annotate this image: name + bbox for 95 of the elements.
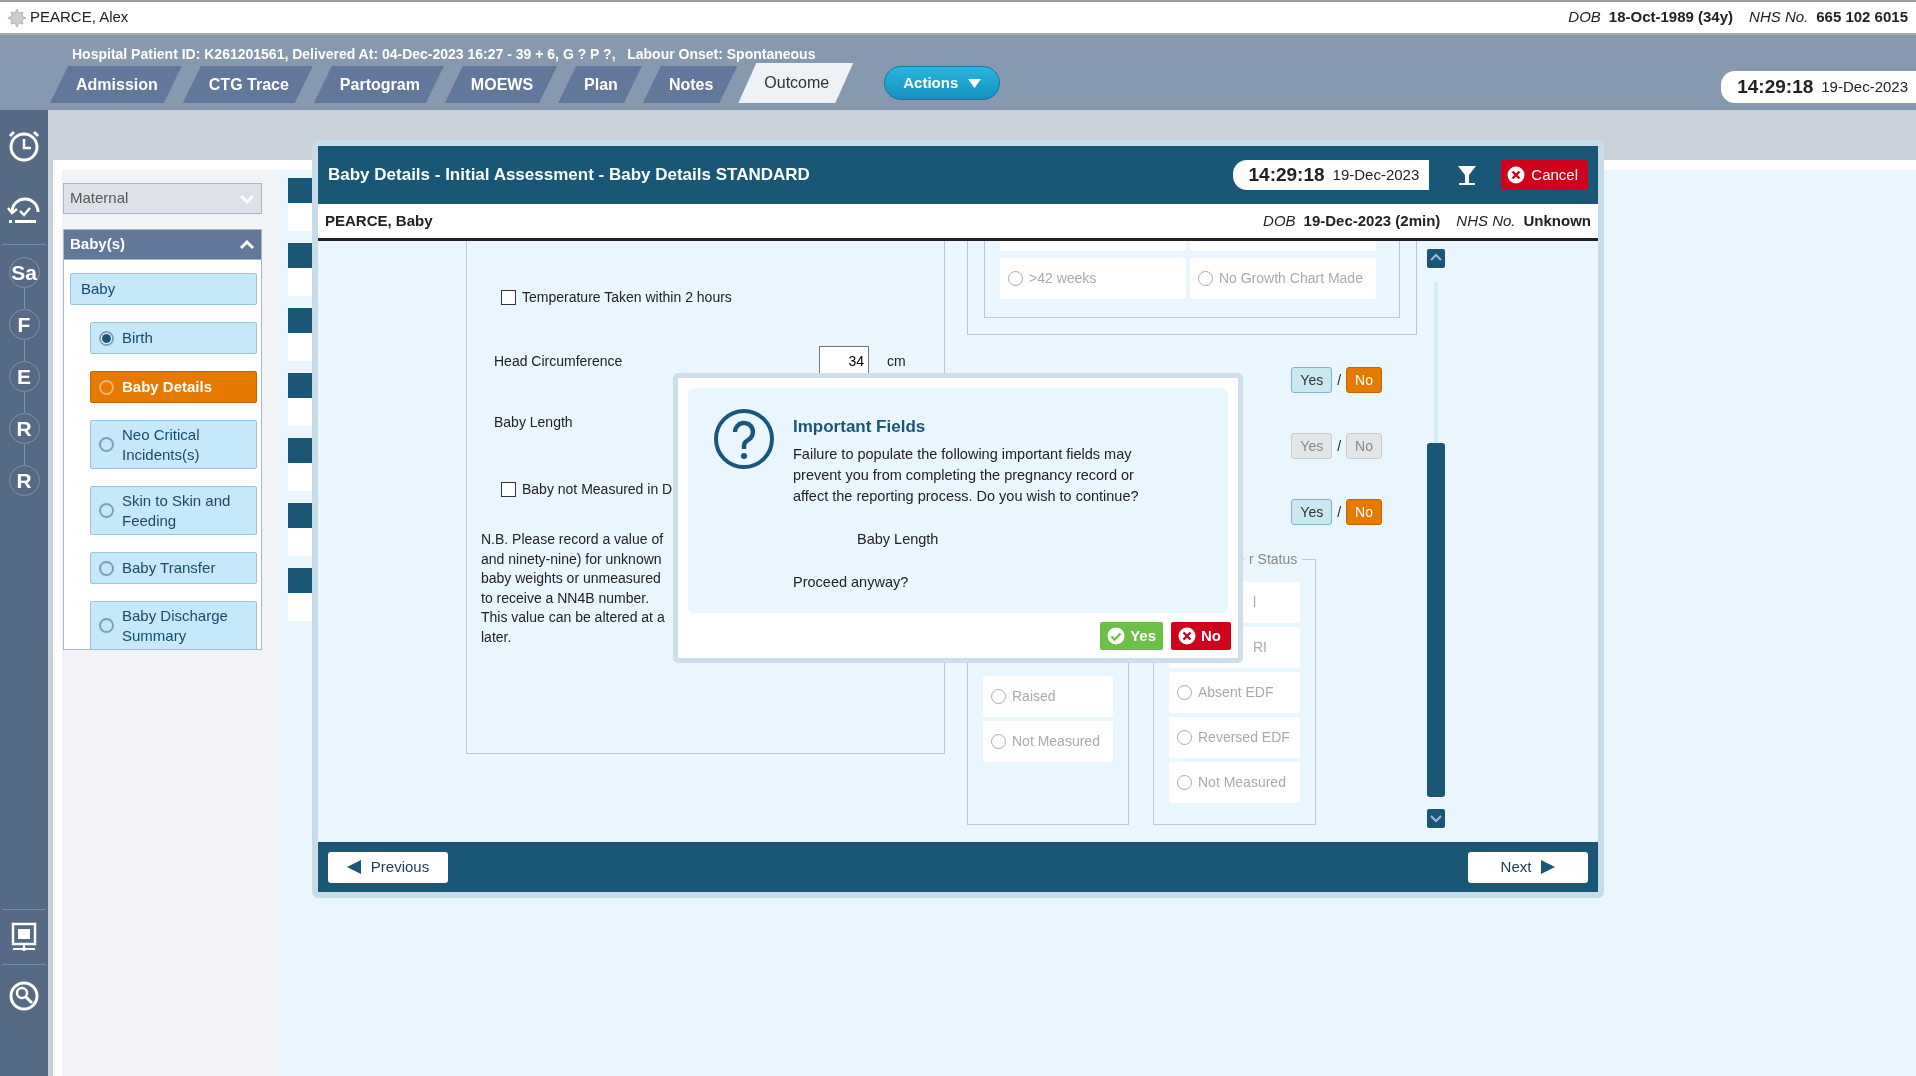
tab[interactable]: Partogram	[313, 66, 444, 103]
radio-option[interactable]: Reversed EDF	[1169, 717, 1300, 758]
section-header[interactable]: Baby(s)	[63, 229, 262, 260]
tab[interactable]: MOEWS	[444, 66, 558, 103]
question-icon	[713, 408, 775, 470]
panel-strip	[288, 503, 312, 556]
panel-strip	[288, 308, 312, 361]
wizard-title: Baby Details - Initial Assessment - Baby Details STANDARD	[328, 164, 811, 187]
tab[interactable]: Notes	[642, 66, 738, 103]
nhs-value: Unknown	[1523, 210, 1591, 231]
toggle-option[interactable]: No	[1346, 499, 1382, 525]
separator-text: /	[1337, 502, 1342, 522]
nav-item[interactable]: Baby Transfer	[90, 552, 257, 584]
clock-date: 19-Dec-2023	[1821, 76, 1908, 97]
note-text: N.B. Please record a value of and ninety-nine) for unknown baby weights or unmeasured to receive a NN4B number. This value can be altered at a later.	[481, 530, 666, 647]
separator-text: /	[1337, 436, 1342, 456]
field-name: Baby Length	[857, 529, 939, 549]
yes-button[interactable]: Yes	[1100, 622, 1163, 650]
section-header[interactable]: Maternal	[63, 183, 262, 214]
unit-label: cm	[887, 351, 906, 371]
forward-icon	[1541, 860, 1556, 874]
step-marker[interactable]: E	[8, 361, 40, 392]
tab[interactable]: CTG Trace	[182, 66, 313, 103]
radio-option[interactable]: Not Measured	[1169, 762, 1300, 803]
field-label: Baby Length	[494, 413, 573, 432]
flower-icon	[8, 7, 26, 28]
checkbox[interactable]	[501, 482, 516, 497]
close-icon	[1507, 166, 1526, 184]
radio-option[interactable]: Absent EDF	[1169, 672, 1300, 713]
radio-option[interactable]: No Growth Chart Made	[1190, 258, 1376, 299]
step-marker[interactable]: R	[8, 413, 40, 444]
clock-time: 14:29:18	[1737, 74, 1814, 99]
scrollbar-thumb[interactable]	[1427, 443, 1445, 797]
nav-item[interactable]: Skin to Skin and Feeding	[90, 486, 257, 535]
scroll-up-button[interactable]	[1427, 249, 1445, 268]
field-label: Head Circumference	[494, 351, 624, 371]
clock-time: 14:29:18	[1248, 162, 1325, 187]
dialog-title: Important Fields	[793, 416, 926, 438]
panel-strip	[288, 373, 312, 426]
dob-label: DOB	[1568, 7, 1601, 28]
dialog-message: Failure to populate the following important fields may prevent you from completing the pregnancy record or affect the reporting process. Do you wish to continue?	[793, 444, 1140, 506]
caret-icon	[968, 78, 982, 88]
tab[interactable]: Admission	[50, 66, 182, 103]
chevron-up-icon	[239, 237, 255, 252]
dob-value: 19-Dec-2023 (2min)	[1303, 210, 1441, 231]
nav-item[interactable]: Neo Critical Incidents(s)	[90, 420, 257, 469]
tab[interactable]: Outcome	[738, 63, 854, 103]
nav-item[interactable]: Birth	[90, 322, 257, 354]
radio-option[interactable]	[1190, 241, 1376, 251]
cancel-button[interactable]: Cancel	[1501, 160, 1588, 190]
panel-strip	[288, 568, 312, 621]
radio-option[interactable]: Not Measured	[983, 721, 1113, 762]
step-marker[interactable]: Sa	[8, 257, 40, 288]
check-icon	[1107, 627, 1126, 645]
checkbox[interactable]	[501, 290, 516, 305]
nav-item[interactable]: Baby	[70, 273, 257, 305]
dialog-prompt: Proceed anyway?	[793, 573, 909, 593]
tab[interactable]: Plan	[558, 66, 642, 103]
nhs-label: NHS No.	[1749, 7, 1809, 28]
scroll-down-button[interactable]	[1427, 809, 1445, 828]
previous-button[interactable]: Previous	[328, 851, 448, 883]
checkbox-label: Temperature Taken within 2 hours	[522, 288, 732, 307]
next-button[interactable]: Next	[1468, 851, 1588, 883]
nhs-label: NHS No.	[1456, 210, 1516, 231]
clock-date: 19-Dec-2023	[1332, 164, 1420, 185]
clock-icon[interactable]	[7, 128, 41, 162]
radio-option[interactable]	[1000, 241, 1186, 251]
dob-value: 18-Oct-1989 (34y)	[1608, 7, 1734, 28]
nav-item[interactable]: Baby Discharge Summary	[90, 601, 257, 650]
panel-strip	[288, 178, 312, 231]
patient-name: PEARCE, Alex	[30, 7, 129, 28]
separator-text: /	[1337, 370, 1342, 390]
toggle-option[interactable]: Yes	[1291, 499, 1333, 525]
actions-button[interactable]: Actions	[884, 66, 1001, 100]
nhs-value: 665 102 6015	[1816, 7, 1908, 28]
no-button[interactable]: No	[1171, 622, 1231, 650]
radio-option[interactable]: >42 weeks	[1000, 258, 1186, 299]
close-icon	[1178, 627, 1196, 645]
patient-info: Hospital Patient ID: K261201561, Delivered At: 04-Dec-2023 16:27 - 39 + 6, G ? P ?, Labour Onset: Spontaneous	[71, 45, 817, 63]
search-icon[interactable]	[9, 981, 39, 1011]
filter-icon[interactable]	[1457, 165, 1478, 185]
checkbox-label: Baby not Measured in D	[522, 480, 673, 499]
step-marker[interactable]: R	[8, 465, 40, 496]
dob-label: DOB	[1263, 210, 1296, 231]
radio-option[interactable]: Raised	[983, 676, 1113, 717]
panel-strip	[288, 243, 312, 296]
back-icon	[346, 860, 361, 874]
step-marker[interactable]: F	[8, 309, 40, 340]
number-field[interactable]: 34	[819, 346, 869, 376]
panel-strip	[288, 438, 312, 491]
baby-name: PEARCE, Baby	[325, 210, 433, 231]
display-icon[interactable]	[10, 922, 38, 952]
toggle-option[interactable]: Yes	[1291, 367, 1333, 393]
nav-item[interactable]: Baby Details	[90, 371, 257, 403]
toggle-option[interactable]: No	[1346, 367, 1382, 393]
